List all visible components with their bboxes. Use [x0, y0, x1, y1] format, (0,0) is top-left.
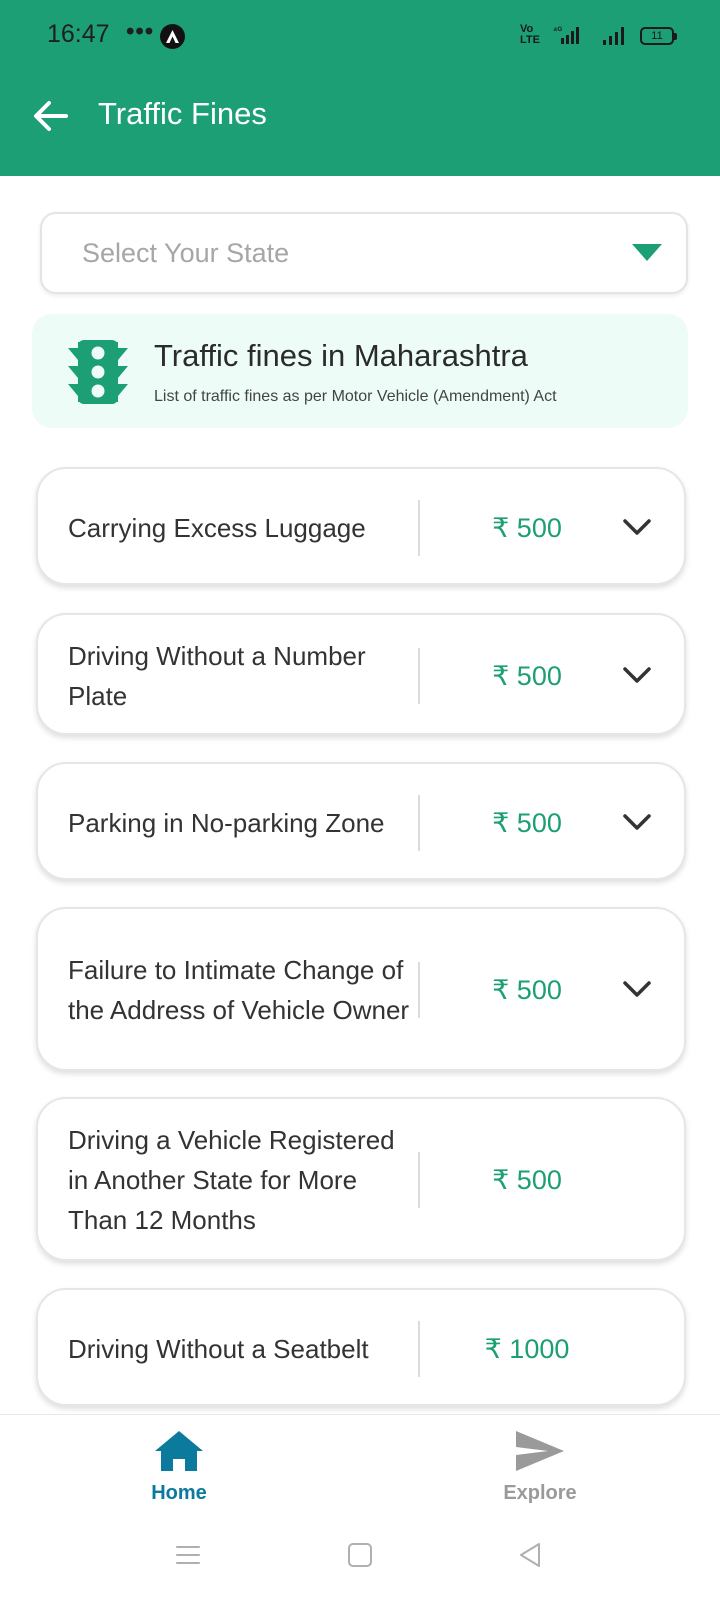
fine-name: Driving a Vehicle Registered in Another …: [68, 1125, 395, 1235]
info-banner: Traffic fines in Maharashtra List of tra…: [32, 314, 688, 428]
more-notifications-icon: •••: [126, 18, 155, 45]
nav-explore-label: Explore: [503, 1482, 577, 1504]
nav-home-label: Home: [151, 1482, 207, 1504]
app-notification-icon: [160, 24, 185, 49]
fine-divider: [418, 1152, 420, 1208]
info-banner-title: Traffic fines in Maharashtra: [154, 338, 528, 373]
nav-home[interactable]: Home: [119, 1429, 239, 1505]
traffic-light-icon: [68, 338, 128, 411]
chevron-down-icon[interactable]: [622, 979, 652, 999]
status-bar: 16:47 ••• Vo LTE ⁴ᴳ 11: [0, 0, 720, 72]
app-bar: Traffic Fines: [0, 72, 720, 176]
fine-card[interactable]: Carrying Excess Luggage ₹ 500: [36, 467, 686, 585]
page-title: Traffic Fines: [98, 96, 267, 131]
caret-down-icon: [632, 244, 662, 261]
battery-icon: 11: [640, 27, 677, 45]
send-icon: [516, 1431, 564, 1471]
fine-amount: ₹ 500: [492, 1165, 562, 1195]
bottom-navigation: Home Explore: [0, 1414, 720, 1518]
fine-divider: [418, 795, 420, 851]
state-select-placeholder: Select Your State: [82, 238, 290, 268]
signal-4g-icon: ⁴ᴳ: [553, 24, 583, 51]
svg-text:⁴ᴳ: ⁴ᴳ: [553, 25, 562, 35]
chevron-down-icon[interactable]: [622, 517, 652, 537]
state-select-dropdown[interactable]: Select Your State: [40, 212, 688, 294]
fine-amount: ₹ 1000: [484, 1334, 570, 1364]
chevron-down-icon[interactable]: [622, 812, 652, 832]
fine-card[interactable]: Driving Without a Number Plate ₹ 500: [36, 613, 686, 735]
app-header: 16:47 ••• Vo LTE ⁴ᴳ 11 Traffic Fines: [0, 0, 720, 176]
fine-name: Carrying Excess Luggage: [68, 513, 366, 543]
menu-icon[interactable]: [175, 1542, 201, 1568]
fine-name: Parking in No-parking Zone: [68, 808, 385, 838]
fine-divider: [418, 648, 420, 704]
fine-card[interactable]: Driving a Vehicle Registered in Another …: [36, 1097, 686, 1261]
fine-name: Failure to Intimate Change of the Addres…: [68, 955, 410, 1025]
fine-amount: ₹ 500: [492, 661, 562, 691]
fine-card[interactable]: Failure to Intimate Change of the Addres…: [36, 907, 686, 1071]
fine-divider: [418, 500, 420, 556]
fine-divider: [418, 1321, 420, 1377]
system-navigation-bar: [0, 1518, 720, 1600]
volte-icon: Vo LTE: [520, 23, 540, 46]
fine-divider: [418, 962, 420, 1018]
status-time: 16:47: [47, 20, 110, 48]
nav-explore[interactable]: Explore: [480, 1429, 600, 1505]
signal-bars-icon: [603, 26, 629, 51]
back-button[interactable]: [28, 94, 72, 138]
back-triangle-icon[interactable]: [517, 1542, 543, 1568]
fine-name: Driving Without a Seatbelt: [68, 1334, 369, 1364]
fine-card[interactable]: Driving Without a Seatbelt ₹ 1000: [36, 1288, 686, 1406]
chevron-down-icon[interactable]: [622, 665, 652, 685]
info-banner-subtitle: List of traffic fines as per Motor Vehic…: [154, 388, 557, 405]
home-icon: [155, 1431, 203, 1471]
fine-amount: ₹ 500: [492, 975, 562, 1005]
fine-amount: ₹ 500: [492, 808, 562, 838]
arrow-left-icon: [34, 101, 68, 131]
home-square-icon[interactable]: [347, 1542, 373, 1568]
fine-amount: ₹ 500: [492, 513, 562, 543]
fine-name: Driving Without a Number Plate: [68, 641, 366, 711]
fine-card[interactable]: Parking in No-parking Zone ₹ 500: [36, 762, 686, 880]
